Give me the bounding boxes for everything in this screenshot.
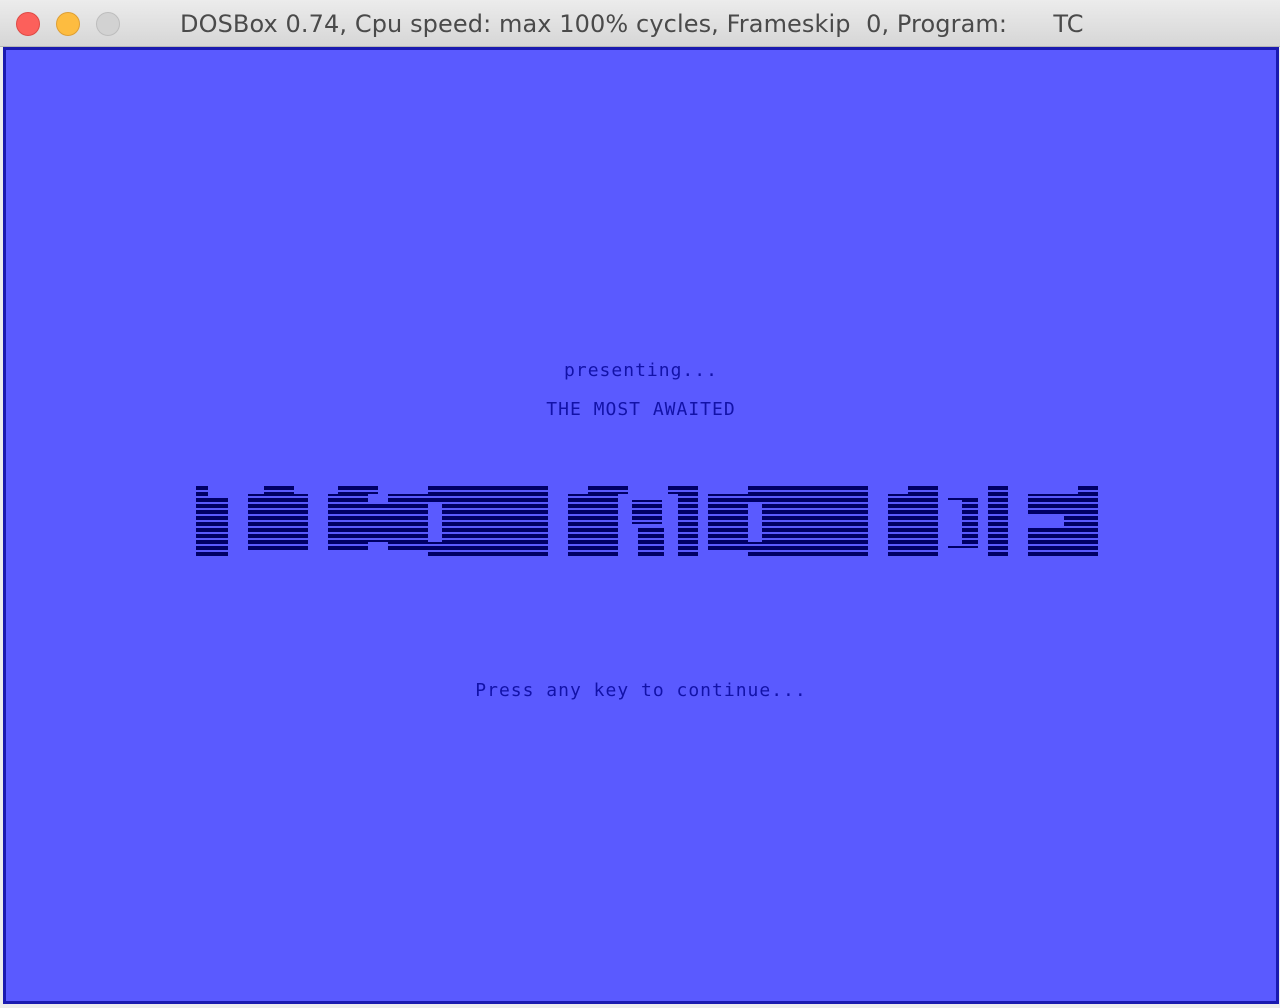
close-button-icon[interactable] — [16, 12, 40, 36]
window-title: DOSBox 0.74, Cpu speed: max 100% cycles,… — [180, 10, 1084, 38]
dos-screen[interactable]: presenting... THE MOST AWAITED Press any… — [3, 47, 1279, 1004]
desktop-edge — [1280, 0, 1284, 1008]
logo-blocks — [196, 486, 1098, 556]
title-bar[interactable]: DOSBox 0.74, Cpu speed: max 100% cycles,… — [0, 0, 1280, 47]
zoom-button-icon[interactable] — [96, 12, 120, 36]
game-logo — [196, 486, 1098, 556]
press-any-key-prompt: Press any key to continue... — [475, 680, 807, 701]
presenting-text: presenting... — [564, 360, 718, 381]
dosbox-window: DOSBox 0.74, Cpu speed: max 100% cycles,… — [0, 0, 1280, 1008]
subtitle-text: THE MOST AWAITED — [546, 399, 736, 420]
minimize-button-icon[interactable] — [56, 12, 80, 36]
